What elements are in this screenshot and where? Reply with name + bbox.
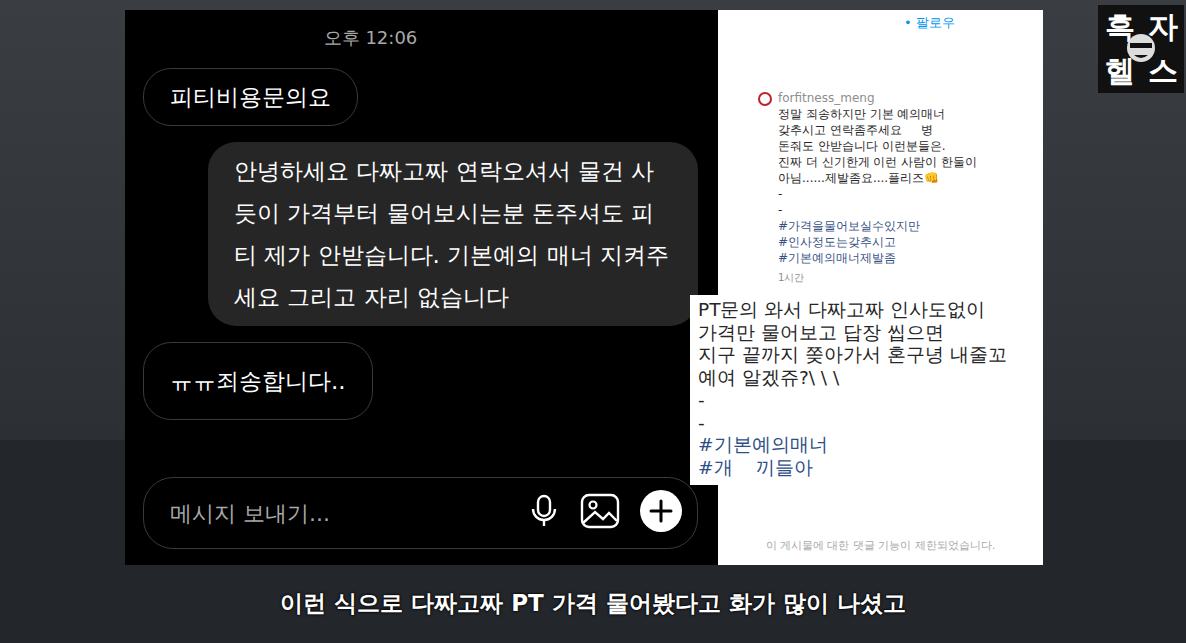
hashtag[interactable]: #가격을물어보실수있지만 [778,218,977,234]
caption-zoom-overlay: PT문의 와서 다짜고짜 인사도없이가격만 물어보고 답장 씹으면지구 끝까지 … [690,295,1042,485]
plus-icon[interactable] [639,489,683,537]
caption-line: - [778,186,977,202]
caption-line: - [778,202,977,218]
overlay-line: - [698,389,1034,412]
subtitle: 이런 식으로 다짜고짜 PT 가격 물어봤다고 화가 많이 나셨고 [0,588,1186,619]
overlay-line: 지구 끝까지 쫒아가서 혼구녕 내줄꼬 [698,344,1034,367]
overlay-line: - [698,412,1034,435]
message-time: 오후 12:06 [43,10,698,68]
follow-button[interactable]: • 팔로우 [758,14,1031,32]
image-icon[interactable] [579,492,621,534]
message-row: ㅠㅠ죄송합니다.. [143,342,698,420]
caption-line: 진짜 더 신기한게 이런 사람이 한둘이 [778,154,977,170]
microphone-icon[interactable] [527,493,561,533]
caption-line: 아님......제발좀요....플리즈👊 [778,170,977,186]
face-icon [1125,31,1157,65]
username[interactable]: forfitness_meng [778,90,977,106]
message-input[interactable] [168,500,509,527]
hashtag[interactable]: #인사정도는갖추시고 [778,234,977,250]
dm-panel: 오후 12:06피티비용문의요안녕하세요 다짜고짜 연락오셔서 물건 사듯이 가… [125,10,718,565]
overlay-line: 예여 알겠쥬?\ \ \ [698,367,1034,390]
hashtag[interactable]: #기본예의매너제발좀 [778,250,977,266]
avatar-icon[interactable] [758,92,772,106]
message-row: 피티비용문의요 [143,68,698,126]
overlay-line: 가격만 물어보고 답장 씹으면 [698,322,1034,345]
video-frame: 오후 12:06피티비용문의요안녕하세요 다짜고짜 연락오셔서 물건 사듯이 가… [0,0,1186,643]
message-list: 피티비용문의요안녕하세요 다짜고짜 연락오셔서 물건 사듯이 가격부터 물어보시… [143,68,698,477]
message-input-bar [143,477,698,549]
message-bubble: 피티비용문의요 [143,68,358,126]
caption: forfitness_meng정말 죄송하지만 기본 예의매너갖추시고 연락좀주… [778,90,977,286]
caption-line: 갖추시고 연락좀주세요 병 [778,122,977,138]
comments-notice: 이 게시물에 대한 댓글 기능이 제한되었습니다. [718,538,1043,553]
message-bubble: ㅠㅠ죄송합니다.. [143,342,373,420]
post-time: 1시간 [778,270,977,286]
post-caption-area: forfitness_meng정말 죄송하지만 기본 예의매너갖추시고 연락좀주… [758,90,1031,286]
overlay-hashtag: #개 끼들아 [698,457,1034,480]
caption-line: 돈줘도 안받습니다 이런분들은. [778,138,977,154]
channel-logo: 흑자헬스 [1098,5,1184,93]
message-bubble: 안녕하세요 다짜고짜 연락오셔서 물건 사듯이 가격부터 물어보시는분 돈주셔도… [208,142,698,326]
overlay-line: PT문의 와서 다짜고짜 인사도없이 [698,299,1034,322]
message-row: 안녕하세요 다짜고짜 연락오셔서 물건 사듯이 가격부터 물어보시는분 돈주셔도… [143,142,698,326]
overlay-hashtag: #기본예의매너 [698,434,1034,457]
caption-line: 정말 죄송하지만 기본 예의매너 [778,106,977,122]
